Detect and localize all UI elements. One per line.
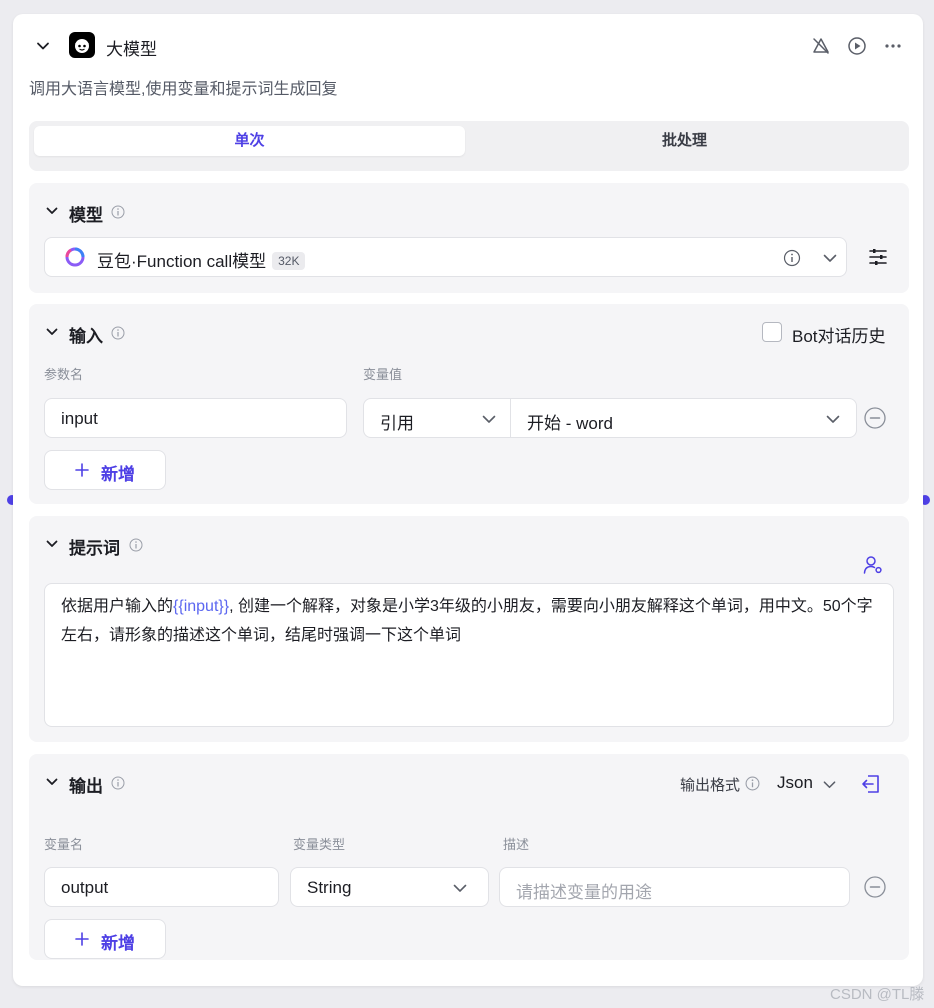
llm-node-card: 大模型 调用大语言模型,使用变量和提示词生成回复 单次 批处理 模型 豆包·Fu… [13,14,923,986]
output-name-input[interactable]: output [44,867,279,907]
bot-history-label: Bot对话历史 [792,327,886,346]
chevron-down-icon[interactable] [823,251,837,265]
node-header: 大模型 [13,14,923,78]
output-panel-icon[interactable] [860,773,882,795]
chevron-down-icon[interactable] [823,778,836,791]
chevron-down-icon[interactable] [826,412,840,426]
prompt-textarea[interactable]: 依据用户输入的{{input}}, 创建一个解释，对象是小学3年级的小朋友，需要… [44,583,894,727]
info-icon[interactable] [129,538,143,552]
prompt-variable: {{input}} [173,598,230,615]
tab-batch[interactable]: 批处理 [469,126,900,156]
model-section: 模型 豆包·Function call模型 32K [29,183,909,293]
description-column-label: 描述 [503,837,530,852]
model-select[interactable]: 豆包·Function call模型 32K [44,237,847,277]
source-type-select[interactable]: 引用 [363,398,511,438]
app-logo-icon [69,32,95,58]
section-title: 模型 [69,206,103,225]
output-format-label: 输出格式 [680,777,741,794]
chevron-down-icon[interactable] [482,412,496,426]
section-title: 提示词 [69,539,120,558]
minus-circle-icon[interactable] [864,407,886,429]
chevron-down-icon[interactable] [45,775,59,789]
chevron-down-icon[interactable] [35,38,51,54]
play-circle-icon[interactable] [847,36,867,56]
prompt-text: 依据用户输入的{{input}}, 创建一个解释，对象是小学3年级的小朋友，需要… [61,598,873,644]
input-section: 输入 Bot对话历史 参数名 变量值 input 引用 开始 - word 新增 [29,304,909,504]
output-format-select[interactable]: Json [777,773,813,793]
param-name-input[interactable]: input [44,398,347,438]
info-icon[interactable] [111,205,125,219]
variable-reference-select[interactable]: 开始 - word [510,398,857,438]
output-type-select[interactable]: String [290,867,489,907]
bug-off-icon[interactable] [811,36,831,56]
chevron-down-icon[interactable] [45,325,59,339]
output-description-input[interactable]: 请描述变量的用途 [499,867,850,907]
minus-circle-icon[interactable] [864,876,886,898]
node-description: 调用大语言模型,使用变量和提示词生成回复 [29,81,338,98]
tab-single[interactable]: 单次 [34,126,465,156]
info-icon[interactable] [111,326,125,340]
bot-history-checkbox[interactable] [762,322,782,342]
watermark: CSDN @TL滕 [830,986,925,1003]
section-title: 输出 [69,777,103,796]
sliders-icon[interactable] [867,246,889,268]
info-icon[interactable] [783,249,801,267]
more-icon[interactable] [883,36,903,56]
model-name: 豆包·Function call模型 [97,252,267,271]
context-badge: 32K [272,252,306,270]
node-title: 大模型 [106,40,157,59]
section-title: 输入 [69,327,103,346]
add-input-button[interactable]: 新增 [44,450,166,490]
param-name-column-label: 参数名 [44,367,84,382]
mode-switch: 单次 批处理 [29,121,909,171]
var-type-column-label: 变量类型 [293,837,346,852]
model-logo-icon [65,247,85,267]
chevron-down-icon[interactable] [45,204,59,218]
user-settings-icon[interactable] [862,554,884,576]
add-output-button[interactable]: 新增 [44,919,166,959]
plus-icon [75,932,89,946]
info-icon[interactable] [745,776,760,791]
var-name-column-label: 变量名 [44,837,84,852]
info-icon[interactable] [111,776,125,790]
plus-icon [75,463,89,477]
var-value-column-label: 变量值 [363,367,403,382]
output-section: 输出 输出格式 Json 变量名 变量类型 描述 output String 请… [29,754,909,960]
prompt-section: 提示词 依据用户输入的{{input}}, 创建一个解释，对象是小学3年级的小朋… [29,516,909,742]
chevron-down-icon[interactable] [45,537,59,551]
chevron-down-icon[interactable] [453,881,467,895]
